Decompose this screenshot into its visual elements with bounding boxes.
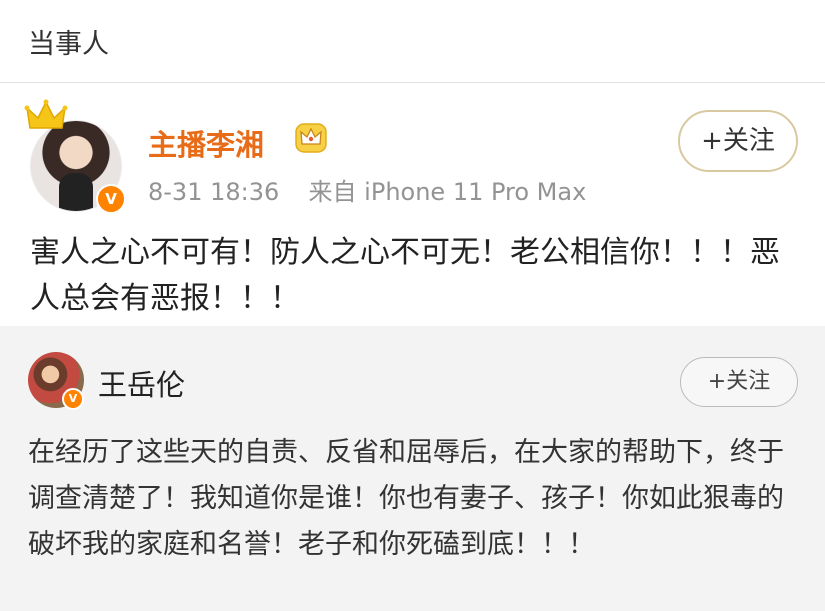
vip-crown-icon <box>295 123 327 153</box>
post-timestamp: 8-31 18:36 <box>148 178 280 206</box>
verified-badge-icon: V <box>62 388 84 410</box>
quoted-post-text: 在经历了这些天的自责、反省和屈辱后，在大家的帮助下，终于调查清楚了！我知道你是谁… <box>28 437 784 560</box>
crown-icon <box>24 99 68 129</box>
post-text: 害人之心不可有！防人之心不可无！老公相信你！！！恶人总会有恶报！！！ <box>30 235 780 316</box>
quoted-follow-button[interactable]: +关注 <box>680 357 798 407</box>
post-meta: 8-31 18:36 来自 iPhone 11 Pro Max <box>148 172 586 207</box>
quoted-author-name[interactable]: 王岳伦 <box>98 362 185 404</box>
avatar-figure <box>59 173 93 211</box>
author-avatar[interactable]: V <box>24 99 126 214</box>
verified-badge-icon: V <box>96 184 126 214</box>
page-title: 当事人 <box>28 29 109 60</box>
page-header: 当事人 <box>0 0 825 83</box>
post-source: 来自 iPhone 11 Pro Max <box>308 178 587 206</box>
author-name[interactable]: 主播李湘 <box>148 122 264 164</box>
follow-button[interactable]: +关注 <box>678 110 798 172</box>
